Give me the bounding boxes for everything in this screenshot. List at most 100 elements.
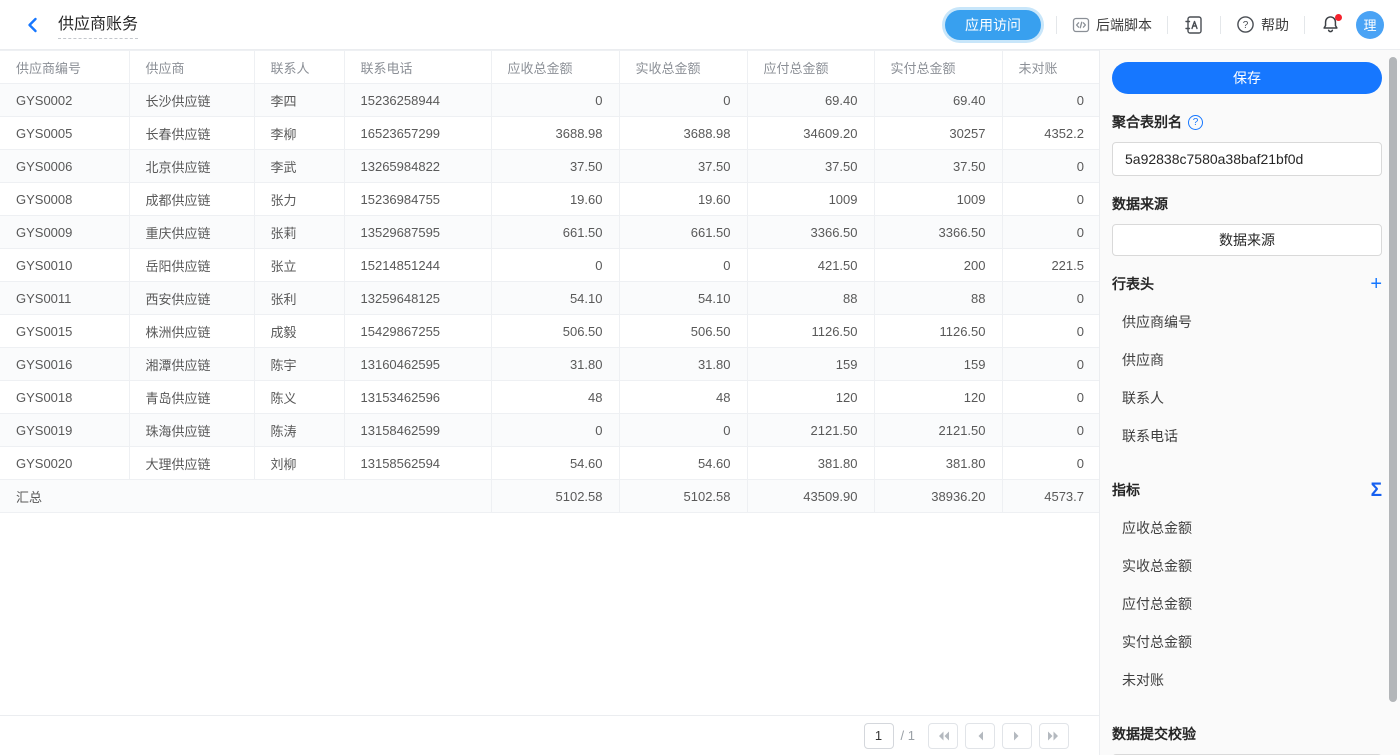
code-icon [1072,16,1090,34]
table-cell: 15236258944 [344,84,491,117]
table-cell: 刘柳 [254,447,344,480]
table-cell: 成毅 [254,315,344,348]
table-cell: 30257 [874,117,1002,150]
table-cell: 珠海供应链 [129,414,254,447]
table-cell: 13259648125 [344,282,491,315]
row-header-field[interactable]: 联系人 [1112,380,1382,416]
table-cell: 岳阳供应链 [129,249,254,282]
table-cell: GYS0008 [0,183,129,216]
top-bar: 供应商账务 应用访问 后端脚本 [0,0,1400,50]
datasource-button[interactable]: 数据来源 [1112,224,1382,256]
help-label: 帮助 [1261,15,1289,35]
metric-field[interactable]: 实收总金额 [1112,548,1382,584]
table-cell: 李武 [254,150,344,183]
column-header: 联系电话 [344,51,491,84]
table-cell: 0 [491,84,619,117]
table-cell: 0 [619,249,747,282]
table-cell: 54.60 [619,447,747,480]
sidebar-scrollbar[interactable] [1389,57,1397,702]
table-row: GYS0010岳阳供应链张立1521485124400421.50200221.… [0,249,1099,282]
table-cell: 0 [1002,282,1099,315]
table-cell: 0 [1002,381,1099,414]
table-cell: GYS0018 [0,381,129,414]
app-access-button[interactable]: 应用访问 [945,10,1041,40]
sigma-icon[interactable]: Σ [1371,481,1382,500]
table-body: GYS0002长沙供应链李四152362589440069.4069.400GY… [0,84,1099,513]
column-header: 实收总金额 [619,51,747,84]
backend-script-button[interactable]: 后端脚本 [1072,15,1152,35]
table-cell: 506.50 [491,315,619,348]
next-page-button[interactable] [1002,723,1032,749]
back-button[interactable] [20,12,46,38]
summary-cell: 5102.58 [619,480,747,513]
notifications-button[interactable] [1320,14,1341,35]
metric-field[interactable]: 应收总金额 [1112,510,1382,546]
alias-label: 聚合表别名 [1112,112,1182,132]
table-cell: 陈义 [254,381,344,414]
save-button[interactable]: 保存 [1112,62,1382,94]
table-cell: 31.80 [619,348,747,381]
table-cell: 0 [1002,84,1099,117]
table-panel: 供应商编号供应商联系人联系电话应收总金额实收总金额应付总金额实付总金额未对账 G… [0,50,1100,755]
row-header-field[interactable]: 供应商 [1112,342,1382,378]
contacts-button[interactable] [1183,14,1205,36]
table-cell: GYS0011 [0,282,129,315]
row-header-field[interactable]: 联系电话 [1112,418,1382,454]
table-row: GYS0011西安供应链张利1325964812554.1054.1088880 [0,282,1099,315]
column-header: 供应商 [129,51,254,84]
summary-cell: 4573.7 [1002,480,1099,513]
metric-field[interactable]: 未对账 [1112,662,1382,698]
table-cell: 54.60 [491,447,619,480]
table-cell: 506.50 [619,315,747,348]
table-cell: 120 [747,381,874,414]
table-cell: GYS0002 [0,84,129,117]
alias-help-icon[interactable]: ? [1188,115,1203,130]
table-cell: 1009 [874,183,1002,216]
table-cell: 成都供应链 [129,183,254,216]
table-cell: 张立 [254,249,344,282]
table-cell: 陈宇 [254,348,344,381]
table-cell: 0 [491,414,619,447]
help-button[interactable]: ? 帮助 [1236,15,1289,35]
table-cell: GYS0010 [0,249,129,282]
table-cell: 13529687595 [344,216,491,249]
table-cell: GYS0016 [0,348,129,381]
first-page-button[interactable] [928,723,958,749]
prev-page-button[interactable] [965,723,995,749]
table-cell: 1126.50 [874,315,1002,348]
page-number-input[interactable]: 1 [864,723,894,749]
table-cell: 13160462595 [344,348,491,381]
datasource-label: 数据来源 [1112,194,1382,214]
metric-field[interactable]: 应付总金额 [1112,586,1382,622]
table-cell: 3688.98 [491,117,619,150]
last-page-button[interactable] [1039,723,1069,749]
row-header-field[interactable]: 供应商编号 [1112,304,1382,340]
metric-field[interactable]: 实付总金额 [1112,624,1382,660]
table-cell: 159 [747,348,874,381]
config-sidebar: 保存 聚合表别名 ? 数据来源 数据来源 行表头 + 供应商编号供应商联系人联系… [1100,50,1400,755]
table-cell: 0 [1002,315,1099,348]
row-header-label-row: 行表头 + [1112,274,1382,294]
table-cell: 1009 [747,183,874,216]
table-cell: 重庆供应链 [129,216,254,249]
table-row: GYS0019珠海供应链陈涛13158462599002121.502121.5… [0,414,1099,447]
avatar[interactable]: 理 [1356,11,1384,39]
table-cell: 19.60 [619,183,747,216]
add-row-header-icon[interactable]: + [1370,274,1382,294]
table-cell: 13158462599 [344,414,491,447]
table-cell: 青岛供应链 [129,381,254,414]
table-cell: 北京供应链 [129,150,254,183]
metrics-list: 应收总金额实收总金额应付总金额实付总金额未对账 [1112,510,1382,698]
table-cell: GYS0005 [0,117,129,150]
table-cell: 2121.50 [874,414,1002,447]
address-book-icon [1183,14,1205,36]
table-cell: 37.50 [747,150,874,183]
table-cell: 3688.98 [619,117,747,150]
table-cell: 88 [874,282,1002,315]
table-cell: 西安供应链 [129,282,254,315]
column-header: 实付总金额 [874,51,1002,84]
alias-input[interactable] [1112,142,1382,176]
table-cell: 381.80 [747,447,874,480]
page-title[interactable]: 供应商账务 [58,10,138,39]
table-row: GYS0018青岛供应链陈义1315346259648481201200 [0,381,1099,414]
